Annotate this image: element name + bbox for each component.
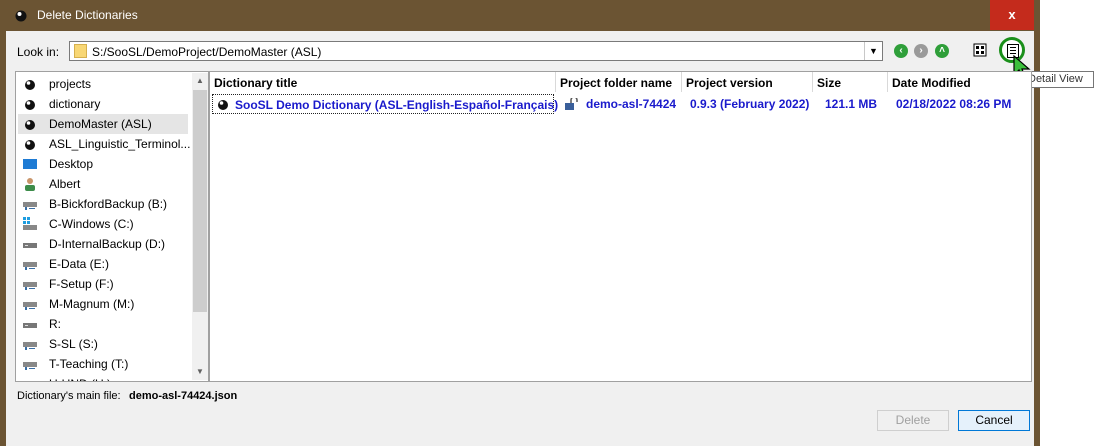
- sidebar-item[interactable]: Desktop: [18, 154, 188, 174]
- sidebar-item[interactable]: DemoMaster (ASL): [18, 114, 188, 134]
- soosl-icon: [23, 77, 37, 91]
- sidebar-item-label: M-Magnum (M:): [49, 297, 135, 311]
- main-file-label: Dictionary's main file:: [17, 390, 121, 402]
- scroll-thumb[interactable]: [193, 90, 207, 312]
- size-cell: 121.1 MB: [825, 97, 878, 111]
- column-header-version[interactable]: Project version: [682, 72, 813, 92]
- sidebar-item[interactable]: U-UND (U:): [18, 374, 188, 381]
- sidebar-item[interactable]: D-InternalBackup (D:): [18, 234, 188, 254]
- close-button[interactable]: x: [990, 0, 1034, 30]
- dictionary-title-cell: SooSL Demo Dictionary (ASL-English-Españ…: [235, 98, 559, 112]
- sidebar-item[interactable]: C-Windows (C:): [18, 214, 188, 234]
- network-drive-icon: [23, 297, 37, 311]
- delete-button[interactable]: Delete: [877, 410, 949, 431]
- sidebar-item-label: Desktop: [49, 157, 94, 171]
- column-header-title[interactable]: Dictionary title: [210, 72, 556, 92]
- network-drive-icon: [23, 257, 37, 271]
- scroll-down-icon[interactable]: ▼: [192, 364, 208, 380]
- network-drive-icon: [23, 357, 37, 371]
- sidebar-item[interactable]: E-Data (E:): [18, 254, 188, 274]
- soosl-icon: [218, 100, 228, 110]
- look-in-path: S:/SooSL/DemoProject/DemoMaster (ASL): [92, 45, 322, 59]
- places-sidebar: U-UND (U:) T-Teaching (T:) S-SL (S:) R: M-Ma…: [15, 71, 209, 382]
- soosl-app-icon: [15, 10, 27, 22]
- detail-view-tooltip: Detail View: [1024, 71, 1094, 88]
- back-arrow-icon[interactable]: ‹: [894, 44, 908, 58]
- sidebar-item-label: projects: [49, 77, 92, 91]
- unlocked-icon: [565, 98, 578, 110]
- drive-icon: [23, 317, 37, 331]
- sidebar-item-label: D-InternalBackup (D:): [49, 237, 166, 251]
- sidebar-item-label: dictionary: [49, 97, 101, 111]
- sidebar-item[interactable]: R:: [18, 314, 188, 334]
- soosl-icon: [23, 117, 37, 131]
- look-in-combobox[interactable]: S:/SooSL/DemoProject/DemoMaster (ASL) ▼: [69, 41, 883, 61]
- user-icon: [23, 177, 37, 191]
- cancel-button[interactable]: Cancel: [958, 410, 1030, 431]
- sidebar-item-label: F-Setup (F:): [49, 277, 114, 291]
- forward-arrow-icon[interactable]: ›: [914, 44, 928, 58]
- sidebar-item-label: T-Teaching (T:): [49, 357, 129, 371]
- sidebar-item-label: B-BickfordBackup (B:): [49, 197, 168, 211]
- look-in-label: Look in:: [17, 45, 60, 59]
- table-row[interactable]: SooSL Demo Dictionary (ASL-English-Españ…: [212, 94, 558, 114]
- drive-icon: [23, 237, 37, 251]
- column-header-folder[interactable]: Project folder name: [556, 72, 682, 92]
- sidebar-item-label: R:: [49, 317, 61, 331]
- network-drive-icon: [23, 197, 37, 211]
- sidebar-item[interactable]: S-SL (S:): [18, 334, 188, 354]
- sidebar-scrollbar[interactable]: ▲ ▼: [192, 73, 208, 380]
- sidebar-item[interactable]: M-Magnum (M:): [18, 294, 188, 314]
- folder-icon: [74, 44, 87, 58]
- sidebar-item-label: S-SL (S:): [49, 337, 98, 351]
- desktop-icon: [23, 157, 37, 171]
- version-cell: 0.9.3 (February 2022): [690, 97, 810, 111]
- column-header-date[interactable]: Date Modified: [888, 72, 1031, 92]
- soosl-icon: [23, 97, 37, 111]
- up-arrow-icon[interactable]: ˄: [935, 44, 949, 58]
- title-bar: Delete Dictionaries x: [0, 0, 1040, 31]
- sidebar-item[interactable]: dictionary: [18, 94, 188, 114]
- sidebar-item[interactable]: B-BickfordBackup (B:): [18, 194, 188, 214]
- list-view-icon[interactable]: [973, 43, 987, 57]
- dictionary-table: Dictionary title Project folder name Pro…: [209, 71, 1032, 382]
- sidebar-item-label: DemoMaster (ASL): [49, 117, 152, 131]
- sidebar-item-label: Albert: [49, 177, 81, 191]
- network-drive-icon: [23, 377, 37, 381]
- sidebar-item[interactable]: T-Teaching (T:): [18, 354, 188, 374]
- main-file-value: demo-asl-74424.json: [129, 390, 238, 402]
- date-cell: 02/18/2022 08:26 PM: [896, 97, 1012, 111]
- sidebar-item-label: E-Data (E:): [49, 257, 110, 271]
- soosl-icon: [23, 137, 37, 151]
- window-title: Delete Dictionaries: [37, 8, 138, 22]
- sidebar-item-label: C-Windows (C:): [49, 217, 134, 231]
- sidebar-item-label: ASL_Linguistic_Terminol...: [49, 137, 191, 151]
- network-drive-icon: [23, 337, 37, 351]
- sidebar-item[interactable]: Albert: [18, 174, 188, 194]
- folder-name-cell: demo-asl-74424: [586, 97, 677, 111]
- scroll-up-icon[interactable]: ▲: [192, 73, 208, 89]
- column-header-size[interactable]: Size: [813, 72, 888, 92]
- sidebar-item[interactable]: projects: [18, 74, 188, 94]
- sidebar-item[interactable]: F-Setup (F:): [18, 274, 188, 294]
- delete-dictionaries-dialog: Delete Dictionaries x Look in: S:/SooSL/…: [0, 0, 1094, 446]
- sidebar-item[interactable]: ASL_Linguistic_Terminol...: [18, 134, 191, 154]
- chevron-down-icon[interactable]: ▼: [864, 42, 882, 60]
- network-drive-icon: [23, 277, 37, 291]
- windows-drive-icon: [23, 217, 37, 231]
- sidebar-item-label: U-UND (U:): [49, 374, 111, 381]
